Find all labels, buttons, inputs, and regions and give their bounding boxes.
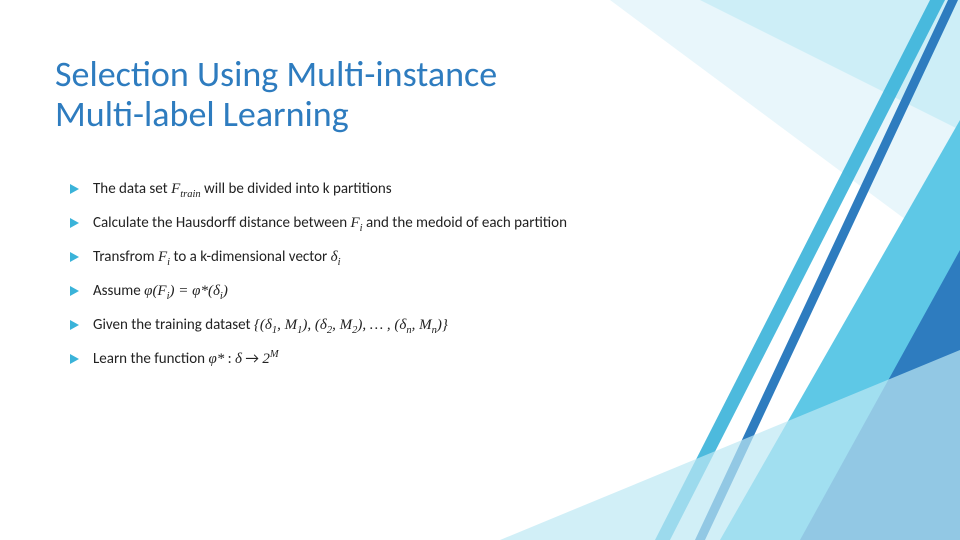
triangle-bullet-icon <box>70 184 79 194</box>
list-item: The data set Ftrain will be divided into… <box>70 180 567 198</box>
triangle-bullet-icon <box>70 252 79 262</box>
list-item-text: Calculate the Hausdorff distance between… <box>93 214 567 232</box>
list-item-text: Given the training dataset {(δ1, M1), (δ… <box>93 316 448 334</box>
slide: Selection Using Multi-instance Multi-lab… <box>0 0 960 540</box>
triangle-bullet-icon <box>70 218 79 228</box>
list-item: Assume φ(Fi) = φ*(δi) <box>70 282 567 300</box>
list-item: Calculate the Hausdorff distance between… <box>70 214 567 232</box>
list-item-text: Assume φ(Fi) = φ*(δi) <box>93 282 228 300</box>
list-item-text: Transfrom Fi to a k-dimensional vector δ… <box>93 248 341 266</box>
list-item-text: Learn the function φ* : δ → 2M <box>93 350 279 368</box>
triangle-bullet-icon <box>70 286 79 296</box>
slide-title: Selection Using Multi-instance Multi-lab… <box>55 55 575 134</box>
list-item: Transfrom Fi to a k-dimensional vector δ… <box>70 248 567 266</box>
list-item-text: The data set Ftrain will be divided into… <box>93 180 392 198</box>
list-item: Learn the function φ* : δ → 2M <box>70 350 567 368</box>
list-item: Given the training dataset {(δ1, M1), (δ… <box>70 316 567 334</box>
triangle-bullet-icon <box>70 354 79 364</box>
triangle-bullet-icon <box>70 320 79 330</box>
bullet-list: The data set Ftrain will be divided into… <box>70 180 567 384</box>
